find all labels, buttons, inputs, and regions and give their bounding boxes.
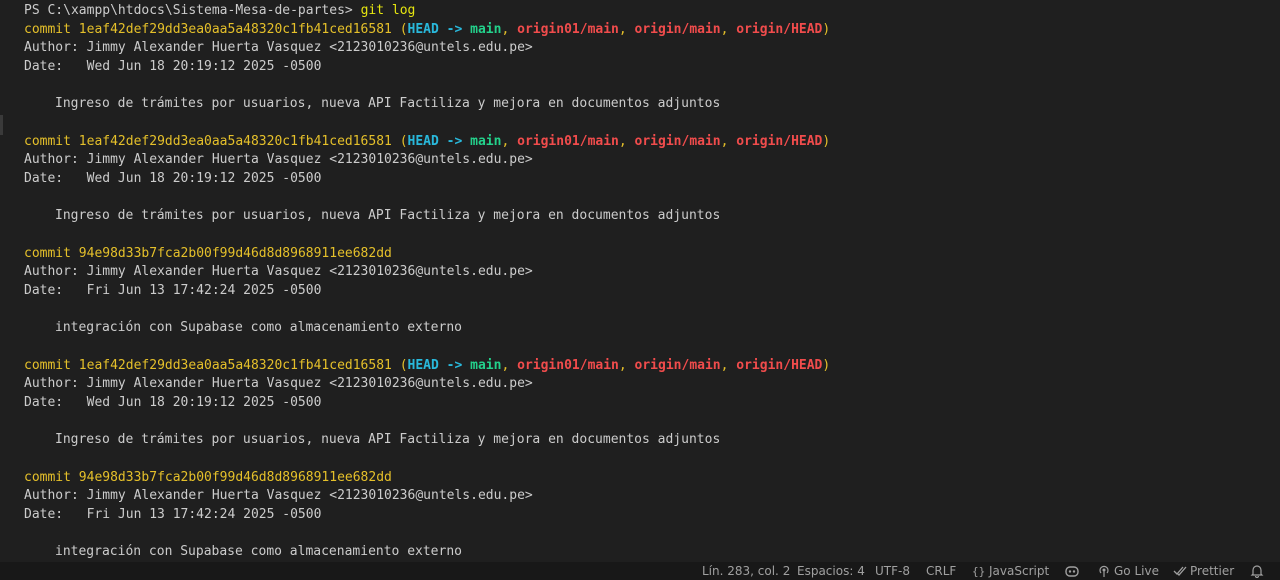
broadcast-icon [1097,564,1111,578]
author-line: Author: Jimmy Alexander Huerta Vasquez <… [24,376,533,391]
encoding: UTF-8 [875,564,910,578]
date-line: Date: Wed Jun 18 20:19:12 2025 -0500 [24,171,322,186]
ref-arrow: -> [446,22,463,37]
notifications-button[interactable] [1250,562,1264,580]
command-text: git log [360,3,416,18]
language-mode: JavaScript [989,564,1050,578]
ref-origin-head: origin/HEAD [736,358,823,373]
terminal-panel[interactable]: PS C:\xampp\htdocs\Sistema-Mesa-de-parte… [0,0,1280,562]
commit-hash: 94e98d33b7fca2b00f99d46d8d8968911ee682dd [78,246,392,261]
ref-comma: , [618,134,627,149]
ref-comma: , [501,22,510,37]
ref-head: HEAD [407,358,439,373]
commit-label: commit [24,470,71,485]
ref-comma: , [501,358,510,373]
commit-line: commit 94e98d33b7fca2b00f99d46d8d8968911… [24,469,392,487]
prettier-button[interactable]: Prettier [1173,562,1234,580]
go-live-button[interactable]: Go Live [1097,562,1159,580]
cursor-position-item[interactable]: Lín. 283, col. 2 [702,562,790,580]
author-line: Author: Jimmy Alexander Huerta Vasquez <… [24,40,533,55]
language-mode-item[interactable]: {} JavaScript [972,562,1049,580]
date-line: Date: Fri Jun 13 17:42:24 2025 -0500 [24,283,322,298]
ref-origin01-main: origin01/main [517,22,619,37]
prettier-label: Prettier [1190,564,1235,578]
scroll-marker [0,115,3,135]
refs-close: ) [822,358,831,373]
date-line: Date: Wed Jun 18 20:19:12 2025 -0500 [24,395,322,410]
ref-origin01-main: origin01/main [517,358,619,373]
ref-origin-main: origin/main [634,134,721,149]
commit-line: commit 1eaf42def29dd3ea0aa5a48320c1fb41c… [24,21,830,39]
ref-head: HEAD [407,22,439,37]
commit-message: Ingreso de trámites por usuarios, nueva … [55,96,721,111]
ref-head: HEAD [407,134,439,149]
ref-origin-head: origin/HEAD [736,22,823,37]
ref-comma: , [501,134,510,149]
commit-message: integración con Supabase como almacenami… [55,544,462,559]
ref-comma: , [720,134,729,149]
ref-arrow: -> [446,358,463,373]
commit-label: commit [24,22,71,37]
go-live-label: Go Live [1114,564,1159,578]
ref-origin-head: origin/HEAD [736,134,823,149]
commit-line: commit 94e98d33b7fca2b00f99d46d8d8968911… [24,245,392,263]
commit-label: commit [24,134,71,149]
ref-comma: , [618,22,627,37]
refs-open: ( [399,358,408,373]
commit-label: commit [24,358,71,373]
commit-hash: 1eaf42def29dd3ea0aa5a48320c1fb41ced16581 [78,22,392,37]
ref-main: main [470,134,502,149]
commit-message: Ingreso de trámites por usuarios, nueva … [55,208,721,223]
ref-comma: , [720,22,729,37]
status-bar: Lín. 283, col. 2 Espacios: 4 UTF-8 CRLF … [0,562,1280,580]
double-check-icon [1173,565,1187,577]
indentation: Espacios: 4 [797,564,865,578]
bell-icon [1250,564,1264,578]
commit-line: commit 1eaf42def29dd3ea0aa5a48320c1fb41c… [24,133,830,151]
author-line: Author: Jimmy Alexander Huerta Vasquez <… [24,152,533,167]
indentation-item[interactable]: Espacios: 4 [797,562,865,580]
date-line: Date: Wed Jun 18 20:19:12 2025 -0500 [24,59,322,74]
commit-hash: 94e98d33b7fca2b00f99d46d8d8968911ee682dd [78,470,392,485]
commit-message: integración con Supabase como almacenami… [55,320,462,335]
prompt-path: PS C:\xampp\htdocs\Sistema-Mesa-de-parte… [24,3,353,18]
commit-hash: 1eaf42def29dd3ea0aa5a48320c1fb41ced16581 [78,358,392,373]
svg-text:{}: {} [972,565,985,577]
ref-origin-main: origin/main [634,22,721,37]
ref-main: main [470,358,502,373]
ref-origin01-main: origin01/main [517,134,619,149]
ref-arrow: -> [446,134,463,149]
ref-main: main [470,22,502,37]
encoding-item[interactable]: UTF-8 [875,562,910,580]
author-line: Author: Jimmy Alexander Huerta Vasquez <… [24,264,533,279]
refs-close: ) [822,22,831,37]
ref-comma: , [720,358,729,373]
refs-close: ) [822,134,831,149]
eol: CRLF [926,564,957,578]
copilot-icon [1064,564,1080,578]
commit-label: commit [24,246,71,261]
copilot-item[interactable] [1064,562,1080,580]
refs-open: ( [399,134,408,149]
commit-message: Ingreso de trámites por usuarios, nueva … [55,432,721,447]
ref-comma: , [618,358,627,373]
prompt-line: PS C:\xampp\htdocs\Sistema-Mesa-de-parte… [24,2,415,20]
eol-item[interactable]: CRLF [926,562,956,580]
author-line: Author: Jimmy Alexander Huerta Vasquez <… [24,488,533,503]
refs-open: ( [399,22,408,37]
cursor-position: Lín. 283, col. 2 [702,564,791,578]
commit-hash: 1eaf42def29dd3ea0aa5a48320c1fb41ced16581 [78,134,392,149]
ref-origin-main: origin/main [634,358,721,373]
braces-icon: {} [972,565,986,577]
commit-line: commit 1eaf42def29dd3ea0aa5a48320c1fb41c… [24,357,830,375]
date-line: Date: Fri Jun 13 17:42:24 2025 -0500 [24,507,322,522]
